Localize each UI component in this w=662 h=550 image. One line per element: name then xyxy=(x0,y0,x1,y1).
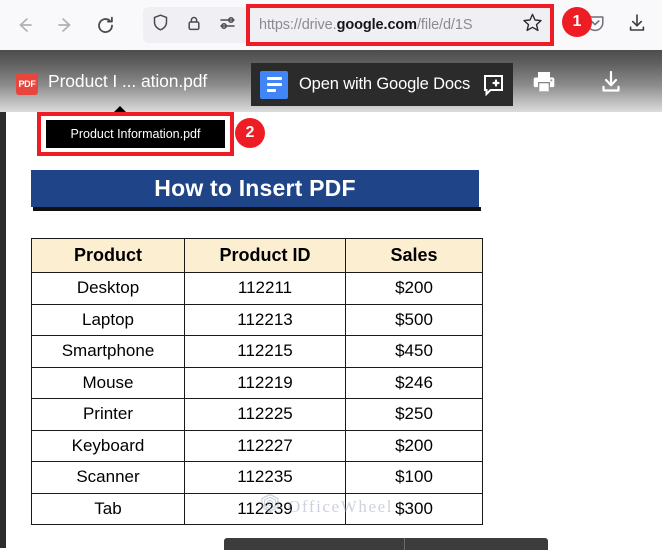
cell-product-id: 112215 xyxy=(184,335,346,368)
downloads-icon xyxy=(626,12,648,39)
reload-icon xyxy=(95,15,116,36)
forward-arrow-icon xyxy=(55,15,75,35)
cell-sales: $246 xyxy=(345,366,483,399)
cell-sales: $200 xyxy=(345,272,483,305)
banner-shadow xyxy=(33,207,481,211)
google-docs-icon xyxy=(260,70,288,99)
pdf-bottom-toolbar[interactable] xyxy=(224,538,548,550)
open-with-google-docs-label: Open with Google Docs xyxy=(299,75,471,93)
column-header-sales: Sales xyxy=(345,238,483,273)
cell-product: Desktop xyxy=(31,272,185,305)
site-security-button[interactable] xyxy=(177,8,211,42)
pdf-page-gutter xyxy=(0,112,6,548)
shield-icon xyxy=(151,13,170,37)
cell-product: Smartphone xyxy=(31,335,185,368)
urlbar-highlight-region: https://drive.google.com/file/d/1S xyxy=(246,4,554,46)
downloads-button[interactable] xyxy=(620,8,654,42)
product-table: Product Product ID Sales Desktop 112211 … xyxy=(31,238,483,525)
annotation-badge-2: 2 xyxy=(235,118,265,148)
table-header-row: Product Product ID Sales xyxy=(31,238,483,273)
cell-sales: $100 xyxy=(345,461,483,494)
download-icon xyxy=(598,69,624,100)
table-row: Laptop 112213 $500 xyxy=(31,303,483,336)
table-row: Smartphone 112215 $450 xyxy=(31,335,483,368)
url-bar[interactable]: https://drive.google.com/file/d/1S xyxy=(246,4,554,46)
table-row: Scanner 112235 $100 xyxy=(31,461,483,494)
cell-sales: $450 xyxy=(345,335,483,368)
cell-product-id: 112219 xyxy=(184,366,346,399)
print-icon xyxy=(531,69,557,100)
identity-box[interactable] xyxy=(143,7,251,43)
document-banner-title: How to Insert PDF xyxy=(31,170,479,207)
cell-product-id: 112239 xyxy=(184,492,346,525)
table-row: Tab 112239 $300 xyxy=(31,492,483,525)
cell-product-id: 112211 xyxy=(184,272,346,305)
download-file-button[interactable] xyxy=(597,70,625,98)
forward-button[interactable] xyxy=(48,8,82,42)
cell-product: Laptop xyxy=(31,303,185,336)
column-header-product: Product xyxy=(31,238,185,273)
filename-tooltip-text: Product Information.pdf xyxy=(46,120,225,148)
back-arrow-icon xyxy=(15,15,35,35)
cell-sales: $200 xyxy=(345,429,483,462)
cell-sales: $500 xyxy=(345,303,483,336)
annotation-badge-1: 1 xyxy=(562,7,592,37)
table-row: Keyboard 112227 $200 xyxy=(31,429,483,462)
cell-product: Scanner xyxy=(31,461,185,494)
open-with-google-docs-button[interactable]: Open with Google Docs xyxy=(251,63,514,106)
reload-button[interactable] xyxy=(88,8,122,42)
permissions-icon xyxy=(218,13,238,38)
url-text[interactable]: https://drive.google.com/file/d/1S xyxy=(250,17,514,33)
print-button[interactable] xyxy=(530,70,558,98)
cell-product: Tab xyxy=(31,492,185,525)
cell-product-id: 112235 xyxy=(184,461,346,494)
cell-product: Keyboard xyxy=(31,429,185,462)
table-row: Mouse 112219 $246 xyxy=(31,366,483,399)
pdf-file-type-icon: PDF xyxy=(16,73,38,95)
toolbar-divider xyxy=(404,538,405,550)
site-permissions-button[interactable] xyxy=(211,8,245,42)
cell-product: Mouse xyxy=(31,366,185,399)
add-comment-icon[interactable] xyxy=(481,73,505,97)
table-row: Desktop 112211 $200 xyxy=(31,272,483,305)
cell-product: Printer xyxy=(31,398,185,431)
tracking-protection-button[interactable] xyxy=(143,8,177,42)
bookmark-star-icon xyxy=(522,12,543,38)
cell-sales: $250 xyxy=(345,398,483,431)
bookmark-button[interactable] xyxy=(514,7,550,43)
column-header-product-id: Product ID xyxy=(184,238,346,273)
back-button[interactable] xyxy=(8,8,42,42)
filename-tooltip: Product Information.pdf xyxy=(37,112,234,156)
cell-product-id: 112213 xyxy=(184,303,346,336)
lock-icon xyxy=(185,14,203,37)
cell-sales: $300 xyxy=(345,492,483,525)
cell-product-id: 112225 xyxy=(184,398,346,431)
pdf-file-title[interactable]: Product I ... ation.pdf xyxy=(48,71,207,92)
cell-product-id: 112227 xyxy=(184,429,346,462)
table-row: Printer 112225 $250 xyxy=(31,398,483,431)
